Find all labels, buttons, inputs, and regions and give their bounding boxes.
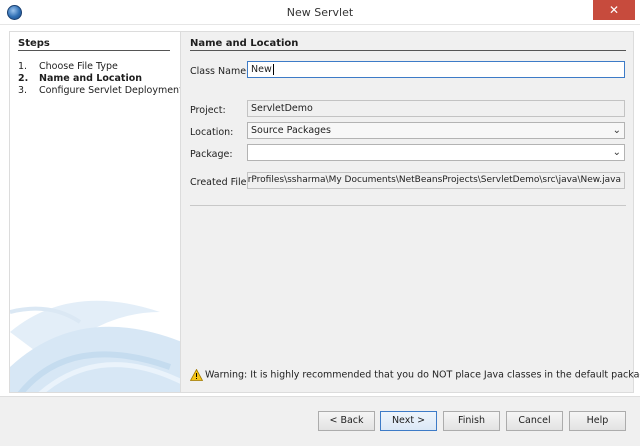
text-caret: [272, 64, 274, 75]
finish-button[interactable]: Finish: [443, 411, 500, 431]
project-label: Project:: [190, 105, 226, 116]
step-configure-servlet-deployment: 3. Configure Servlet Deployment: [18, 85, 181, 96]
warning-text: Warning: It is highly recommended that y…: [205, 369, 640, 381]
step-choose-file-type: 1. Choose File Type: [18, 61, 118, 72]
created-file-field: \UserProfiles\ssharma\My Documents\NetBe…: [247, 172, 625, 189]
step-name-and-location: 2. Name and Location: [18, 73, 142, 84]
steps-divider: [18, 50, 170, 51]
window-title: New Servlet: [286, 6, 354, 19]
warning-message: Warning: It is highly recommended that y…: [190, 369, 640, 381]
chevron-down-icon[interactable]: ⌄: [613, 146, 621, 159]
step-label: Name and Location: [39, 73, 143, 84]
location-combobox[interactable]: Source Packages ⌄: [247, 122, 625, 139]
panel-heading-divider: [190, 50, 626, 51]
back-button[interactable]: < Back: [318, 411, 375, 431]
step-number: 1.: [18, 61, 28, 72]
close-button[interactable]: ✕: [593, 0, 635, 20]
step-label: Choose File Type: [39, 61, 118, 72]
created-file-label: Created File:: [190, 177, 250, 188]
help-button[interactable]: Help: [569, 411, 626, 431]
project-field: ServletDemo: [247, 100, 625, 117]
cancel-button[interactable]: Cancel: [506, 411, 563, 431]
button-bar: < Back Next > Finish Cancel Help: [0, 396, 640, 446]
netbeans-watermark-graphic: [10, 300, 180, 392]
warning-icon: [190, 369, 203, 381]
package-label: Package:: [190, 149, 233, 160]
title-bar: New Servlet ✕: [0, 0, 640, 25]
class-name-input[interactable]: New: [247, 61, 625, 78]
created-file-path: \UserProfiles\ssharma\My Documents\NetBe…: [247, 175, 621, 185]
chevron-down-icon[interactable]: ⌄: [613, 124, 621, 137]
class-name-value: New: [251, 64, 272, 75]
class-name-label: Class Name:: [190, 66, 250, 77]
location-value: Source Packages: [251, 125, 331, 136]
new-servlet-dialog: New Servlet ✕ Steps 1. Choose File Type 2…: [0, 0, 640, 446]
name-and-location-panel: Name and Location Class Name: New Projec…: [181, 31, 640, 393]
panel-heading: Name and Location: [190, 38, 299, 49]
step-label: Configure Servlet Deployment: [39, 85, 181, 96]
next-button[interactable]: Next >: [380, 411, 437, 431]
location-label: Location:: [190, 127, 234, 138]
steps-heading: Steps: [18, 38, 50, 49]
step-number: 2.: [18, 73, 29, 84]
steps-panel: Steps 1. Choose File Type 2. Name and Loca…: [9, 31, 181, 393]
field-separator: [190, 205, 626, 206]
package-combobox[interactable]: ⌄: [247, 144, 625, 161]
step-number: 3.: [18, 85, 28, 96]
